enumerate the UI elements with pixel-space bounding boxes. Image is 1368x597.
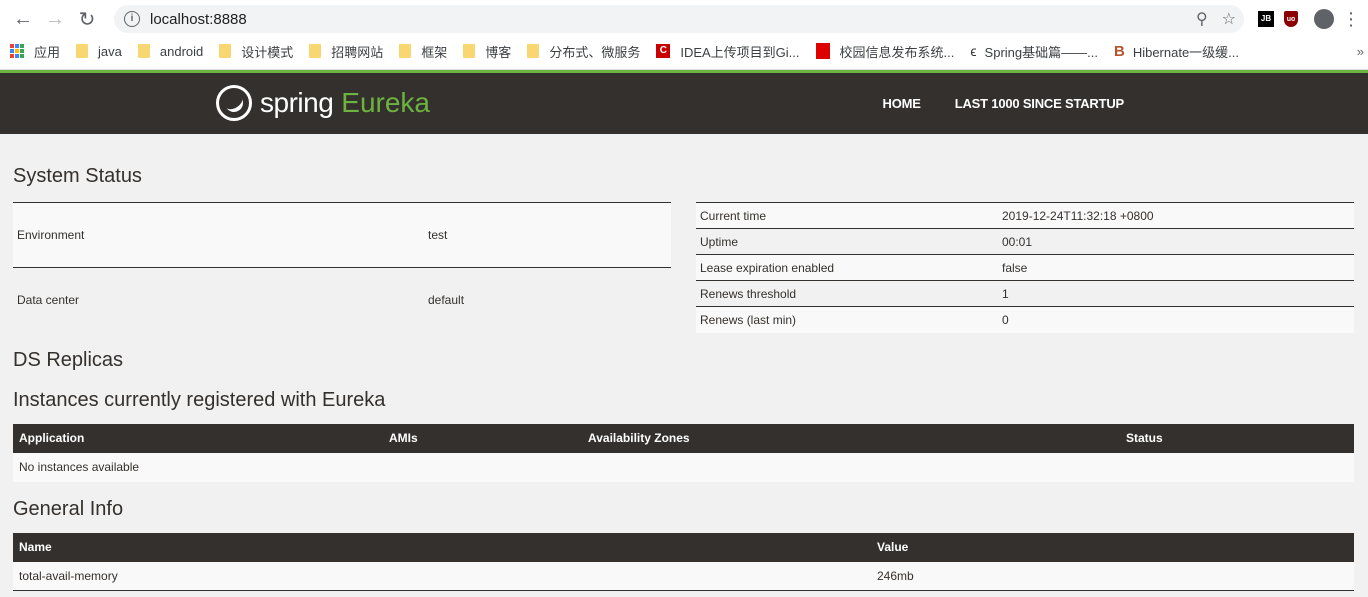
general-info-title: General Info [13,497,124,520]
jetbrains-extension-icon[interactable]: JB [1258,11,1274,27]
system-status-left-table: Environment test Data center default [13,202,671,333]
address-url[interactable]: localhost:8888 [150,11,247,28]
browser-chrome: ← → ↻ i localhost:8888 ⚲ ☆ JB uo ⋮ 应用 ja… [0,0,1368,70]
school-icon [815,43,830,59]
nav-link-last-1000[interactable]: LAST 1000 SINCE STARTUP [955,96,1124,111]
instances-title: Instances currently registered with Eure… [13,388,386,411]
folder-icon [309,44,322,58]
table-header-row: Name Value [13,532,1354,562]
spring-leaf-icon [216,85,252,121]
table-row: Current time 2019-12-24T11:32:18 +0800 [696,202,1354,229]
folder-icon [137,44,150,58]
bookmark-item[interactable]: ϵ Spring基础篇——... [970,42,1098,61]
address-bar[interactable]: i localhost:8888 ⚲ ☆ [114,5,1244,33]
table-row: total-avail-memory 246mb [13,561,1354,591]
spring-eureka-logo[interactable]: spring Eureka [216,85,430,121]
forward-arrow-icon[interactable]: → [40,4,70,34]
bookmark-item[interactable]: 应用 [10,42,60,61]
nav-links: HOME LAST 1000 SINCE STARTUP [883,96,1125,111]
csdn-icon: C [656,44,671,58]
bookmark-item[interactable]: android [137,44,203,59]
eureka-navbar: spring Eureka HOME LAST 1000 SINCE START… [0,73,1368,134]
ds-replicas-title: DS Replicas [13,348,124,371]
table-row: Environment test [13,202,671,268]
hibernate-icon: B [1113,42,1125,60]
column-header-name: Name [13,532,871,562]
column-header-availability-zones: Availability Zones [582,423,1120,453]
table-row: Lease expiration enabled false [696,254,1354,281]
bookmark-star-icon[interactable]: ☆ [1222,9,1236,29]
brand-accent: Eureka [341,87,430,118]
bookmark-item[interactable]: C IDEA上传项目到Gi... [656,42,800,61]
table-row: Uptime 00:01 [696,228,1354,255]
system-status-right-table: Current time 2019-12-24T11:32:18 +0800 Up… [696,202,1354,333]
table-header-row: Application AMIs Availability Zones Stat… [13,423,1354,453]
column-header-value: Value [871,532,1354,562]
column-header-amis: AMIs [383,423,582,453]
table-row: No instances available [13,452,1354,482]
column-header-application: Application [13,423,383,453]
back-arrow-icon[interactable]: ← [8,4,38,34]
bookmarks-bar: 应用 java android 设计模式 招聘网站 框架 博客 分布式、微服务 … [0,38,1368,64]
bookmark-item[interactable]: 框架 [399,42,447,61]
info-name-cell: total-avail-memory [13,561,871,591]
bookmark-item[interactable]: 校园信息发布系统... [815,42,954,61]
folder-icon [399,44,412,58]
bookmark-item[interactable]: 博客 [463,42,511,61]
column-header-status: Status [1120,423,1354,453]
table-row: Data center default [13,267,671,333]
ublock-extension-icon[interactable]: uo [1284,11,1298,27]
site-info-icon[interactable]: i [124,11,140,27]
general-info-table: Name Value total-avail-memory 246mb [13,532,1354,591]
nav-link-home[interactable]: HOME [883,96,921,111]
more-bookmarks-icon[interactable]: » [1357,44,1364,59]
brand-word: spring [260,87,334,118]
folder-icon [76,44,89,58]
bookmark-item[interactable]: 招聘网站 [309,42,383,61]
apps-grid-icon [10,44,24,58]
system-status-title: System Status [13,165,142,187]
bookmark-item[interactable]: java [76,44,122,59]
table-row: Renews threshold 1 [696,280,1354,307]
main-content: System Status Environment test Data cente… [0,165,1368,591]
folder-icon [527,44,540,58]
browser-menu-icon[interactable]: ⋮ [1342,9,1360,30]
profile-avatar-icon[interactable] [1314,9,1334,29]
folder-icon [463,44,476,58]
bookmark-item[interactable]: 设计模式 [219,42,293,61]
table-row: Renews (last min) 0 [696,306,1354,333]
folder-icon [219,44,232,58]
bookmark-item[interactable]: 分布式、微服务 [527,42,640,61]
spring-icon: ϵ [970,43,977,59]
empty-instances-message: No instances available [13,452,1354,482]
zoom-icon[interactable]: ⚲ [1196,9,1208,29]
system-status-tables: Environment test Data center default Curre… [13,202,1354,333]
reload-icon[interactable]: ↻ [72,4,102,34]
info-value-cell: 246mb [871,561,1354,591]
browser-toolbar: ← → ↻ i localhost:8888 ⚲ ☆ JB uo ⋮ [0,0,1368,38]
instances-table: Application AMIs Availability Zones Stat… [13,423,1354,482]
bookmark-item[interactable]: B Hibernate一级缓... [1114,42,1239,61]
